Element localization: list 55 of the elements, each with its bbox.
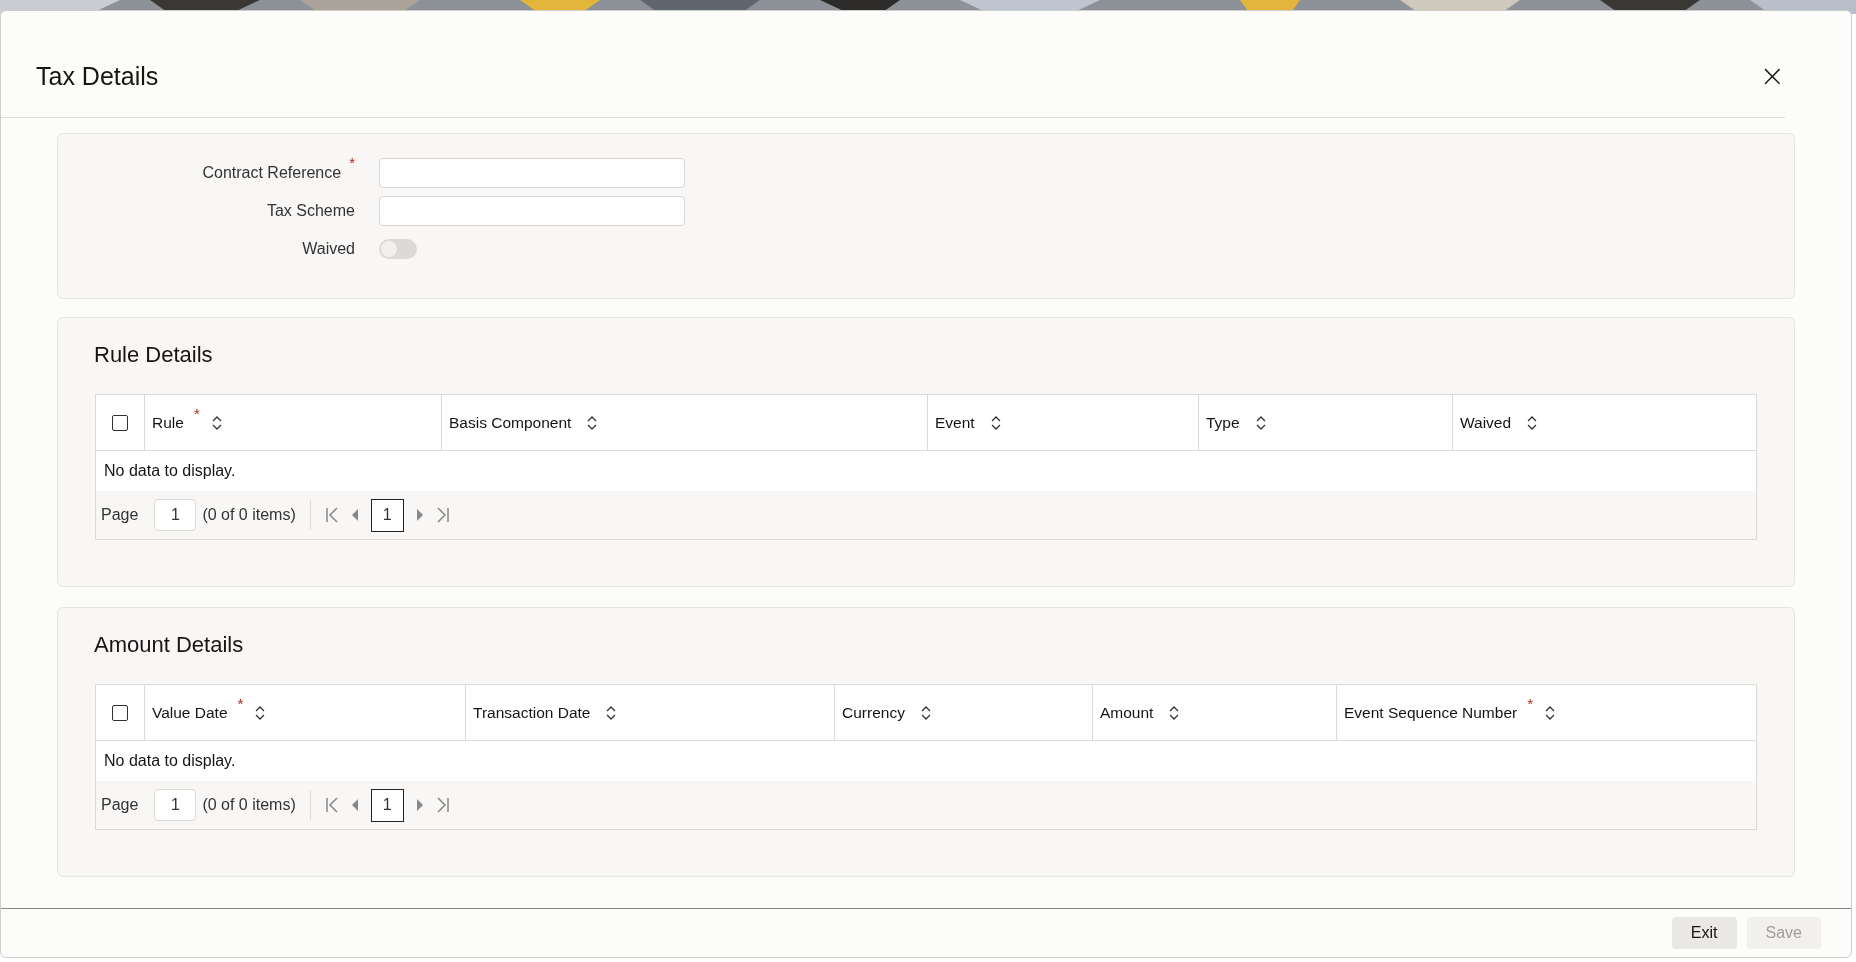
field-label: Tax Scheme [266, 202, 355, 220]
first-page-icon[interactable] [324, 797, 339, 813]
page-label: Page [101, 506, 139, 524]
field-label: Contract Reference [202, 164, 342, 182]
select-all-checkbox[interactable] [112, 414, 128, 431]
previous-page-icon[interactable] [350, 509, 359, 521]
sort-icon[interactable] [587, 415, 598, 430]
item-count: (0 of 0 items) [202, 506, 296, 524]
last-page-icon[interactable] [435, 507, 450, 523]
sort-icon[interactable] [1545, 705, 1556, 720]
previous-page-icon[interactable] [350, 799, 359, 811]
page-label: Page [101, 796, 139, 814]
field-label: Waived [302, 240, 355, 258]
sort-icon[interactable] [1255, 415, 1266, 430]
current-page-button[interactable]: 1 [370, 788, 404, 822]
required-mark: * [1527, 695, 1534, 712]
sort-icon[interactable] [606, 705, 617, 720]
column-header: Type [1206, 413, 1240, 432]
first-page-icon[interactable] [324, 507, 339, 523]
page-input[interactable]: 1 [154, 499, 197, 531]
required-mark: * [193, 405, 200, 422]
close-button[interactable]: × [1759, 61, 1785, 91]
column-header: Event [935, 413, 975, 432]
column-header: Waived [1460, 413, 1512, 432]
column-header: Basis Component [449, 413, 572, 432]
column-header: Rule [152, 413, 184, 432]
sort-icon[interactable] [1169, 705, 1180, 720]
item-count: (0 of 0 items) [202, 796, 296, 814]
sort-icon[interactable] [920, 705, 931, 720]
toggle-switch[interactable] [379, 239, 417, 259]
empty-message: No data to display. [104, 752, 236, 770]
required-mark: * [349, 154, 355, 171]
column-header: Transaction Date [473, 703, 591, 722]
column-header: Amount [1100, 703, 1154, 722]
current-page-button[interactable]: 1 [370, 498, 404, 532]
sort-icon[interactable] [255, 705, 266, 720]
input-field[interactable] [379, 196, 685, 226]
sort-icon[interactable] [211, 415, 222, 430]
column-header: Event Sequence Number [1344, 703, 1518, 722]
empty-message: No data to display. [104, 462, 236, 480]
dialog-title: Tax Details [36, 61, 159, 91]
column-header: Value Date [152, 703, 228, 722]
last-page-icon[interactable] [435, 797, 450, 813]
next-page-icon[interactable] [415, 799, 424, 811]
column-header: Currency [842, 703, 905, 722]
section-title: Rule Details [94, 342, 213, 368]
next-page-icon[interactable] [415, 509, 424, 521]
sort-icon[interactable] [990, 415, 1001, 430]
footer-button[interactable]: Exit [1671, 917, 1737, 949]
input-field[interactable] [379, 158, 685, 188]
page-input[interactable]: 1 [154, 789, 197, 821]
select-all-checkbox[interactable] [112, 704, 128, 721]
section-title: Amount Details [94, 632, 244, 658]
sort-icon[interactable] [1527, 415, 1538, 430]
required-mark: * [237, 695, 244, 712]
